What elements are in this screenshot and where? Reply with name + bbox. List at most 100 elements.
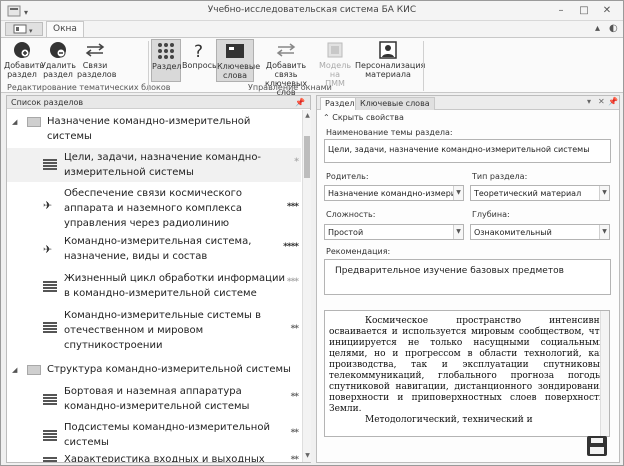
hide-properties-toggle[interactable]: ⌃ Скрыть свойства bbox=[323, 113, 404, 122]
expand-caret-icon[interactable]: ◢ bbox=[12, 118, 20, 126]
personalization-label2: материала bbox=[365, 70, 411, 79]
difficulty-stars: ** bbox=[290, 392, 299, 402]
delete-section-label1: Удалить bbox=[41, 61, 76, 70]
maximize-icon[interactable]: □ bbox=[577, 4, 591, 18]
minimize-icon[interactable]: – bbox=[554, 4, 568, 18]
chevron-down-icon[interactable]: ▼ bbox=[599, 186, 609, 200]
document-icon bbox=[43, 430, 57, 441]
section-list-panel: Список разделов 📌 ◢ Назначение командно-… bbox=[6, 95, 311, 463]
document-icon bbox=[43, 281, 57, 292]
theme-icon[interactable]: ◐ bbox=[609, 23, 618, 34]
window-title: Учебно-исследовательская система БА КИС bbox=[207, 5, 417, 15]
tree-item-row[interactable]: Жизненный цикл обработки информации в ком… bbox=[7, 271, 301, 303]
tree-item-label: Жизненный цикл обработки информации в ком… bbox=[64, 273, 285, 299]
model-pmm-button[interactable]: Модель на ПММ bbox=[317, 39, 353, 88]
tree-item-label: Подсистемы командно-измерительной системы bbox=[64, 422, 270, 448]
section-type-select[interactable]: Теоретический материал ▼ bbox=[470, 185, 610, 201]
close-panel-icon[interactable]: ✕ bbox=[598, 97, 605, 106]
svg-text:▾: ▾ bbox=[29, 27, 33, 35]
title-bar: ▾ Учебно-исследовательская система БА КИ… bbox=[1, 1, 623, 21]
keywords-icon bbox=[226, 44, 244, 58]
depth-value: Ознакомительный bbox=[474, 228, 552, 237]
depth-label: Глубина: bbox=[472, 210, 510, 219]
delete-section-label2: раздел bbox=[43, 70, 73, 79]
add-keyword-link-button[interactable]: Добавить связь ключевых слов bbox=[256, 39, 316, 97]
folder-icon bbox=[27, 117, 41, 127]
pin-icon[interactable]: 📌 bbox=[295, 96, 305, 109]
model-icon bbox=[327, 42, 343, 58]
section-properties-panel: Раздел Ключевые слова ▾ ✕ 📌 ⌃ Скрыть сво… bbox=[316, 95, 620, 463]
collapse-ribbon-icon[interactable]: ▴ bbox=[595, 23, 600, 34]
tree-item-row[interactable]: Характеристика входных и выходных ** bbox=[7, 452, 301, 462]
keywords-button[interactable]: Ключевые слова bbox=[216, 39, 260, 82]
save-icon[interactable] bbox=[587, 436, 607, 456]
tree-item-row[interactable]: Бортовая и наземная аппаратура командно-и… bbox=[7, 384, 301, 416]
content-paragraph: Космическое пространство интенсивно осва… bbox=[329, 316, 605, 414]
folder-icon bbox=[27, 365, 41, 375]
ribbon-tab-row: ▾ Окна ▴ ◐ bbox=[1, 21, 623, 37]
expand-caret-icon[interactable]: ◢ bbox=[12, 366, 20, 374]
close-icon[interactable]: ✕ bbox=[600, 4, 614, 18]
chevron-down-icon[interactable]: ▼ bbox=[599, 225, 609, 239]
document-icon bbox=[43, 394, 57, 405]
topic-name-field[interactable]: Цели, задачи, назначение командно-измери… bbox=[324, 139, 611, 163]
section-content-editor[interactable]: Космическое пространство интенсивно осва… bbox=[324, 310, 610, 437]
pin-icon[interactable]: 📌 bbox=[608, 97, 618, 106]
delete-section-icon bbox=[50, 42, 66, 58]
tree-item-row[interactable]: ✈ Командно-измерительная система, назначе… bbox=[7, 234, 301, 266]
tree-item-row[interactable]: Цели, задачи, назначение командно-измери… bbox=[7, 148, 301, 182]
add-section-icon bbox=[14, 42, 30, 58]
tree-folder-row[interactable]: ◢ Назначение командно-измерительной систе… bbox=[7, 114, 301, 146]
tree-item-row[interactable]: ✈ Обеспечение связи космического аппарата… bbox=[7, 186, 301, 232]
file-menu-button[interactable]: ▾ bbox=[5, 22, 43, 36]
document-icon bbox=[43, 457, 57, 462]
satellite-icon: ✈ bbox=[43, 243, 53, 256]
questions-label: Вопросы bbox=[182, 61, 219, 70]
section-type-value: Теоретический материал bbox=[474, 189, 582, 198]
section-view-button[interactable]: Раздел bbox=[151, 39, 182, 82]
editor-scrollbar[interactable] bbox=[600, 311, 609, 436]
scrollbar-thumb[interactable] bbox=[304, 136, 310, 178]
dropdown-arrow-icon[interactable]: ▾ bbox=[587, 97, 591, 106]
model-pmm-label1: Модель на bbox=[318, 61, 352, 79]
complexity-select[interactable]: Простой ▼ bbox=[324, 224, 464, 240]
document-icon bbox=[43, 159, 57, 170]
scroll-down-icon[interactable]: ▼ bbox=[303, 452, 312, 459]
tab-section[interactable]: Раздел bbox=[320, 97, 360, 110]
hide-properties-label: Скрыть свойства bbox=[332, 113, 404, 122]
section-links-button[interactable]: Связи разделов bbox=[77, 39, 117, 82]
ribbon-separator bbox=[423, 41, 424, 91]
section-tree: ◢ Назначение командно-измерительной систе… bbox=[7, 110, 301, 462]
difficulty-stars: ** bbox=[290, 428, 299, 438]
chevron-down-icon[interactable]: ▼ bbox=[453, 225, 463, 239]
section-type-label: Тип раздела: bbox=[472, 172, 528, 181]
tree-scrollbar[interactable]: ▲ ▼ bbox=[302, 110, 311, 462]
recommendation-field[interactable]: Предварительное изучение базовых предмет… bbox=[324, 259, 611, 295]
tree-item-label: Командно-измерительная система, назначени… bbox=[64, 236, 252, 262]
tab-keywords[interactable]: Ключевые слова bbox=[355, 97, 435, 110]
chevron-up-icon: ⌃ bbox=[323, 113, 330, 122]
add-section-label1: Добавить bbox=[4, 61, 45, 70]
tree-item-row[interactable]: Командно-измерительные системы в отечеств… bbox=[7, 308, 301, 354]
tab-okna[interactable]: Окна bbox=[46, 21, 84, 37]
add-section-label2: раздел bbox=[7, 70, 37, 79]
complexity-value: Простой bbox=[328, 228, 364, 237]
parent-label: Родитель: bbox=[326, 172, 369, 181]
difficulty-stars: *** bbox=[286, 277, 299, 287]
difficulty-stars: * bbox=[294, 157, 299, 167]
section-links-label2: разделов bbox=[77, 70, 117, 79]
tree-item-row[interactable]: Подсистемы командно-измерительной системы… bbox=[7, 420, 301, 452]
tree-folder-row[interactable]: ◢ Структура командно-измерительной систе… bbox=[7, 362, 301, 380]
delete-section-button[interactable]: Удалить раздел bbox=[41, 39, 76, 82]
chevron-down-icon[interactable]: ▼ bbox=[453, 186, 463, 200]
depth-select[interactable]: Ознакомительный ▼ bbox=[470, 224, 610, 240]
tree-item-label: Характеристика входных и выходных bbox=[64, 454, 265, 462]
personalization-button[interactable]: Персонализация материала bbox=[355, 39, 425, 82]
complexity-label: Сложность: bbox=[326, 210, 376, 219]
section-list-header: Список разделов 📌 bbox=[7, 96, 310, 109]
scroll-up-icon[interactable]: ▲ bbox=[303, 112, 312, 119]
add-section-button[interactable]: Добавить раздел bbox=[4, 39, 44, 82]
group-label-edit: Редактирование тематических блоков bbox=[7, 83, 171, 92]
parent-select[interactable]: Назначение командно-измерител ▼ bbox=[324, 185, 464, 201]
questions-button[interactable]: ? Вопросы bbox=[182, 39, 219, 82]
